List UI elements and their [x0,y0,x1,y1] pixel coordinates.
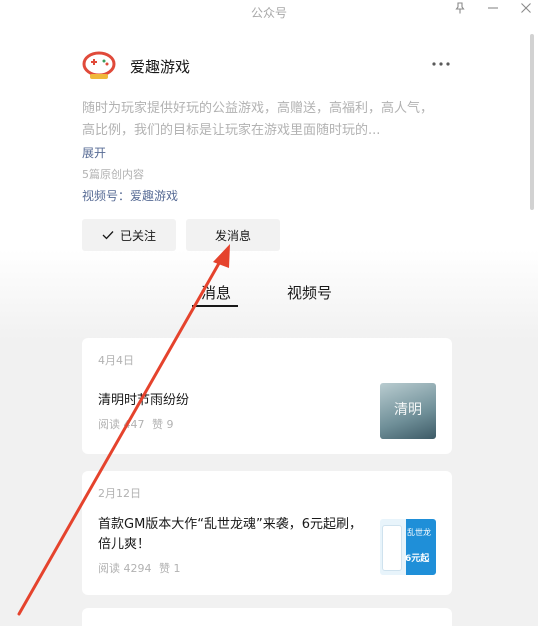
article-thumbnail[interactable]: 乱世龙 6元起 [380,519,436,575]
scrollbar[interactable] [530,34,534,210]
minimize-icon [488,7,498,9]
check-icon [102,231,114,240]
likes-count: 9 [166,418,174,431]
send-message-button[interactable]: 发消息 [186,219,280,251]
tab-messages[interactable]: 消息 [201,282,231,303]
likes-label: 赞 [159,562,170,575]
reads-label: 阅读 [98,562,120,575]
article-stats: 阅读 447 赞 9 [98,416,174,432]
pin-button[interactable] [445,0,475,16]
pin-icon [455,2,465,14]
article-title[interactable]: 首款GM版本大作“乱世龙魂”来袭，6元起刷，倍儿爽！ [98,515,370,555]
thumbnail-text: 乱世龙 [407,528,431,537]
tab-channels[interactable]: 视频号 [287,282,332,303]
thumbnail-phone [382,525,402,571]
title-bar: 公众号 [0,0,538,24]
reads-count: 4294 [123,562,152,575]
tab-bar: 消息 视频号 [0,282,538,312]
article-card[interactable] [82,608,452,626]
more-button[interactable] [430,54,452,74]
article-card[interactable]: 2月12日 首款GM版本大作“乱世龙魂”来袭，6元起刷，倍儿爽！ 阅读 4294… [82,471,452,595]
followed-label: 已关注 [119,228,156,243]
thumbnail-text: 清明 [394,402,422,418]
reads-label: 阅读 [98,418,120,431]
gamepad-logo-icon [82,51,116,79]
article-stats: 阅读 4294 赞 1 [98,560,181,576]
account-name[interactable]: 爱趣游戏 [130,56,190,77]
article-title[interactable]: 清明时节雨纷纷 [98,391,189,411]
close-button[interactable] [511,0,538,16]
original-count: 5篇原创内容 [82,168,144,181]
send-message-label: 发消息 [214,228,251,243]
likes-count: 1 [173,562,181,575]
expand-link[interactable]: 展开 [82,144,106,161]
article-date: 2月12日 [98,487,141,500]
account-description: 随时为玩家提供好玩的公益游戏，高赠送，高福利，高人气，高比例，我们的目标是让玩家… [82,101,434,138]
minimize-button[interactable] [478,0,508,16]
article-thumbnail[interactable]: 清明 [380,383,436,439]
official-account-window: 公众号 爱趣游戏 随时为玩家提供好玩的公益游戏，高赠送，高福利，高人气，高比例，… [0,0,538,626]
thumbnail-badge: 6元起 [405,554,430,564]
account-logo [82,48,116,82]
more-icon [432,62,450,66]
followed-button[interactable]: 已关注 [82,219,176,251]
close-icon [521,3,531,13]
article-card[interactable]: 4月4日 清明时节雨纷纷 阅读 447 赞 9 清明 [82,338,452,454]
article-date: 4月4日 [98,354,134,367]
channels-link[interactable]: 视频号：爱趣游戏 [82,187,178,204]
reads-count: 447 [123,418,145,431]
likes-label: 赞 [152,418,163,431]
active-tab-indicator [192,305,238,307]
